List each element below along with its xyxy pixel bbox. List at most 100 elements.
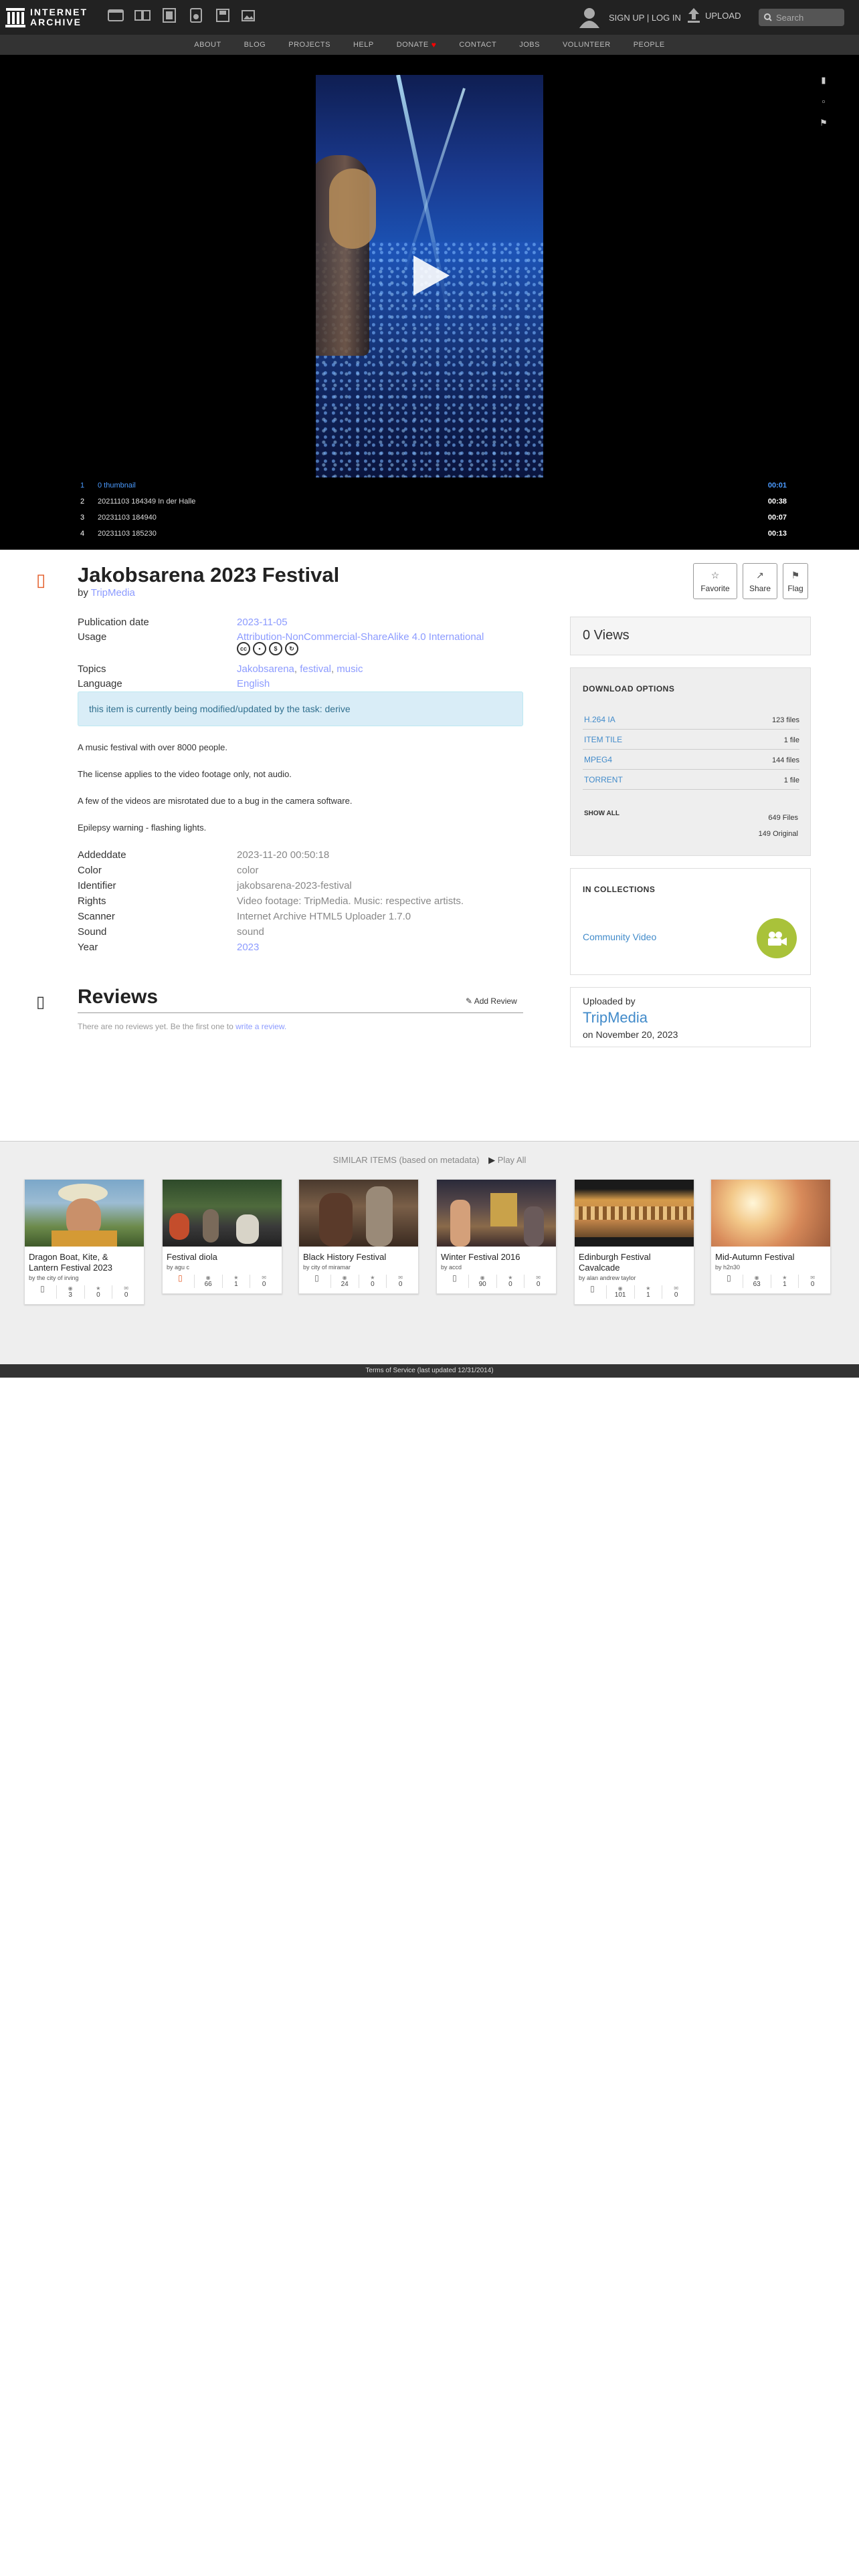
subnav-jobs[interactable]: JOBS — [508, 41, 551, 49]
download-format-link[interactable]: TORRENT — [584, 775, 623, 784]
download-option[interactable]: MPEG4 144 files — [583, 750, 799, 770]
web-icon[interactable] — [107, 7, 124, 24]
favorites-count: 0 — [96, 1291, 100, 1299]
download-format-link[interactable]: H.264 IA — [584, 715, 615, 724]
search-input[interactable] — [776, 12, 836, 23]
similar-item-creator: by accd — [441, 1264, 462, 1271]
reviews-count: 0 — [810, 1281, 815, 1288]
show-all-link[interactable]: SHOW ALL — [584, 810, 619, 817]
share-button[interactable]: ↗ Share — [743, 563, 777, 599]
download-format-link[interactable]: MPEG4 — [584, 755, 612, 764]
creator-link[interactable]: TripMedia — [91, 587, 135, 599]
flag-icon[interactable]: ⚑ — [819, 118, 828, 128]
description-paragraph: The license applies to the video footage… — [78, 769, 292, 779]
download-option[interactable]: H.264 IA 123 files — [583, 710, 799, 730]
add-review-button[interactable]: ✎ Add Review — [466, 996, 517, 1006]
texts-icon[interactable] — [134, 7, 151, 24]
license-link[interactable]: Attribution-NonCommercial-ShareAlike 4.0… — [237, 631, 484, 643]
subnav-help[interactable]: HELP — [342, 41, 385, 49]
similar-item-creator: by alan andrew taylor — [579, 1275, 636, 1281]
subnav-donate[interactable]: DONATE ♥ — [385, 40, 448, 49]
share-icon[interactable]: ▫ — [819, 96, 828, 107]
user-icon[interactable] — [579, 7, 599, 28]
write-review-link[interactable]: write a review. — [235, 1022, 286, 1031]
subnav-contact[interactable]: CONTACT — [448, 41, 508, 49]
community-video-icon[interactable] — [757, 918, 797, 958]
similar-item-thumbnail — [711, 1180, 830, 1247]
playlist-item-name: 20231103 184940 — [98, 514, 157, 522]
play-all-button[interactable]: ▶ Play All — [488, 1155, 526, 1165]
views-count: 90 — [478, 1281, 486, 1288]
play-icon[interactable] — [413, 255, 450, 296]
collection-link[interactable]: Community Video — [583, 932, 656, 942]
download-file-count: 1 file — [783, 736, 799, 744]
download-format-link[interactable]: ITEM TILE — [584, 735, 622, 744]
video-frame-hair — [329, 169, 376, 249]
flag-button[interactable]: ⚑ Flag — [783, 563, 808, 599]
topic-link[interactable]: Jakobsarena — [237, 663, 294, 675]
terms-of-service-link[interactable]: Terms of Service (last updated 12/31/201… — [365, 1367, 493, 1374]
search-icon[interactable] — [764, 13, 772, 21]
download-option[interactable]: ITEM TILE 1 file — [583, 730, 799, 750]
metadata-value: 2023-11-05 — [237, 617, 288, 628]
video-player[interactable] — [316, 75, 543, 477]
metadata-value: Jakobsarena, festival, music — [237, 663, 363, 675]
subnav-blog[interactable]: BLOG — [233, 41, 278, 49]
reviews-stat: ✉ 0 — [662, 1285, 690, 1299]
topic-link[interactable]: festival — [300, 663, 331, 675]
metadata-key: Rights — [78, 895, 106, 907]
subnav-volunteer[interactable]: VOLUNTEER — [551, 41, 622, 49]
software-icon[interactable] — [214, 7, 231, 24]
year-link[interactable]: 2023 — [237, 942, 259, 953]
metadata-value: sound — [237, 926, 264, 938]
download-file-count: 123 files — [772, 716, 799, 724]
favorites-stat: ★ 0 — [84, 1285, 112, 1299]
flag-icon: ⚑ — [791, 569, 800, 580]
similar-item-card[interactable]: Mid-Autumn Festival by h2n30 ▯ ◉ 63 ★ 1 ✉ 0 — [710, 1179, 831, 1294]
playlist-item-duration: 00:13 — [767, 530, 787, 538]
internet-archive-logo[interactable]: INTERNET ARCHIVE — [5, 5, 99, 29]
images-icon[interactable] — [241, 7, 258, 24]
cc-license-icons[interactable]: cc • $ ↻ — [237, 642, 298, 655]
video-icon[interactable] — [161, 7, 178, 24]
publication-date-link[interactable]: 2023-11-05 — [237, 617, 288, 628]
metadata-value: 2023 — [237, 942, 259, 953]
download-option[interactable]: TORRENT 1 file — [583, 770, 799, 790]
reviews-count: 0 — [398, 1281, 403, 1288]
reviews-stat: ✉ 0 — [798, 1275, 826, 1288]
reviews-count: 0 — [674, 1291, 678, 1299]
favorite-button[interactable]: ☆ Favorite — [693, 563, 737, 599]
upload-link[interactable]: UPLOAD — [688, 8, 741, 23]
similar-item-title: Dragon Boat, Kite, & Lantern Festival 20… — [29, 1252, 113, 1273]
metadata-value: Video footage: TripMedia. Music: respect… — [237, 895, 464, 907]
language-link[interactable]: English — [237, 678, 270, 689]
similar-item-card[interactable]: Black History Festival by city of mirama… — [298, 1179, 419, 1294]
metadata-value: jakobsarena-2023-festival — [237, 880, 352, 891]
signup-login-link[interactable]: SIGN UP | LOG IN — [609, 13, 681, 23]
favorites-stat: ★ 0 — [358, 1275, 387, 1288]
metadata-key: Color — [78, 865, 102, 876]
embed-icon[interactable]: ▮ — [819, 75, 828, 86]
playlist-item-number: 3 — [80, 514, 85, 522]
topic-link[interactable]: music — [337, 663, 363, 675]
similar-item-card[interactable]: Edinburgh Festival Cavalcade by alan and… — [574, 1179, 694, 1305]
subnav-people[interactable]: PEOPLE — [622, 41, 676, 49]
metadata-key: Identifier — [78, 880, 116, 891]
playlist-item[interactable]: 4 20231103 185230 00:13 — [80, 526, 787, 542]
subnav-about[interactable]: ABOUT — [183, 41, 232, 49]
uploader-link[interactable]: TripMedia — [583, 1009, 648, 1027]
video-item-icon: ▯ — [36, 570, 46, 590]
playlist-item[interactable]: 1 0 thumbnail 00:01 — [80, 477, 787, 494]
similar-item-title: Black History Festival — [303, 1252, 387, 1262]
similar-item-card[interactable]: Dragon Boat, Kite, & Lantern Festival 20… — [24, 1179, 145, 1305]
playlist-item-name: 0 thumbnail — [98, 481, 136, 490]
add-review-label: Add Review — [474, 996, 517, 1006]
playlist-item[interactable]: 3 20231103 184940 00:07 — [80, 510, 787, 526]
playlist-item[interactable]: 2 20211103 184349 In der Halle 00:38 — [80, 494, 787, 510]
subnav-projects[interactable]: PROJECTS — [277, 41, 342, 49]
similar-item-stats: ▯ ◉ 101 ★ 1 ✉ 0 — [575, 1281, 694, 1304]
similar-item-card[interactable]: Festival diola by agu c ▯ ◉ 66 ★ 1 ✉ 0 — [162, 1179, 282, 1294]
similar-item-card[interactable]: Winter Festival 2016 by accd ▯ ◉ 90 ★ 0 ✉ 0 — [436, 1179, 557, 1294]
audio-icon[interactable] — [187, 7, 205, 24]
favorites-count: 1 — [646, 1291, 650, 1299]
